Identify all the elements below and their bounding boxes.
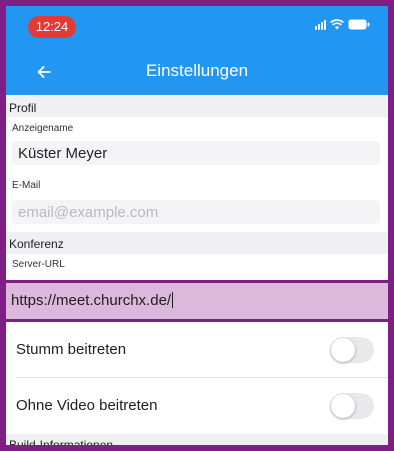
toggle-knob [331,338,355,362]
server-url-input[interactable]: https://meet.churchx.de/ [6,280,388,322]
app-frame: 12:24 Einstellungen Profil Anzeigename K… [0,0,394,451]
toggle-knob [331,394,355,418]
section-header-build: Build-Informationen [6,434,388,445]
server-url-value: https://meet.churchx.de/ [11,292,174,309]
section-header-konferenz: Konferenz [6,232,388,254]
display-name-input[interactable] [12,141,380,165]
join-no-video-label: Ohne Video beitreten [16,397,158,414]
section-header-profil: Profil [6,95,388,117]
join-muted-toggle[interactable] [330,337,374,363]
join-muted-label: Stumm beitreten [16,341,127,358]
join-no-video-row: Ohne Video beitreten [6,378,388,434]
status-icons [315,19,370,30]
nav-bar: Einstellungen [6,56,388,88]
wifi-icon [330,19,344,30]
join-no-video-toggle[interactable] [330,393,374,419]
status-time: 12:24 [28,16,76,38]
join-muted-row: Stumm beitreten [6,322,388,378]
server-url-label: Server-URL [12,259,65,270]
page-title: Einstellungen [145,61,249,80]
status-bar: 12:24 [6,6,388,42]
display-name-label: Anzeigename [12,123,74,134]
app-header: 12:24 Einstellungen [6,6,388,95]
signal-icon [315,19,326,30]
email-label: E-Mail [12,180,41,191]
email-input[interactable] [12,200,380,224]
battery-icon [348,19,370,30]
